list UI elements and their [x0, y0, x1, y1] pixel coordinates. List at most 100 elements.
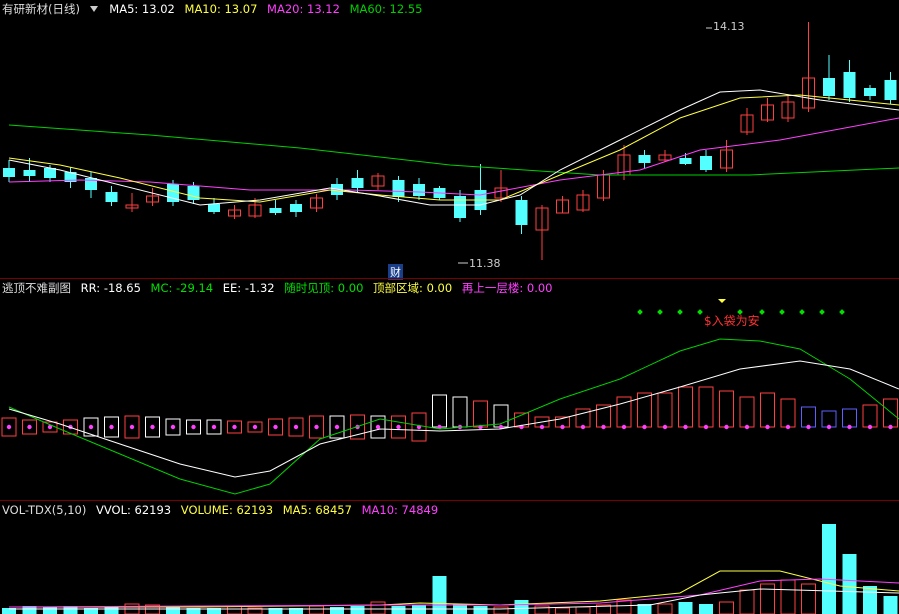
candle-body — [44, 168, 56, 178]
candle-body — [392, 180, 405, 197]
volume-bar — [719, 601, 734, 614]
indicator-bar — [780, 398, 796, 428]
indicator-dot — [867, 424, 873, 430]
indicator-dot — [293, 424, 299, 430]
indicator-chart[interactable] — [0, 279, 899, 500]
volume-bar — [822, 524, 836, 614]
candle-body — [515, 200, 528, 225]
volume-bar — [43, 607, 57, 614]
ma20-readout: MA20: 13.12 — [267, 2, 340, 16]
candle-body — [638, 155, 651, 163]
top-anytime-readout: 随时见顶: 0.00 — [284, 281, 364, 295]
indicator-pane[interactable]: 逃顶不难副图 RR: -18.65 MC: -29.14 EE: -1.32 随… — [0, 279, 899, 500]
indicator-dot — [703, 424, 709, 430]
indicator-bar — [739, 396, 755, 428]
volume-bar — [842, 554, 857, 614]
indicator-dot — [252, 424, 258, 430]
volume-bar — [370, 601, 386, 614]
volume-bar — [883, 596, 898, 614]
mc-readout: MC: -29.14 — [150, 281, 214, 295]
indicator-dot — [150, 424, 155, 430]
indicator-dot — [109, 424, 114, 430]
take-profit-signal: $入袋为安 — [704, 314, 760, 328]
candle-body — [884, 80, 897, 100]
indicator-bar — [862, 404, 878, 428]
volume-pane[interactable]: VOL-TDX(5,10) VVOL: 62193 VOLUME: 62193 … — [0, 501, 899, 614]
candle-body — [23, 170, 36, 176]
high-price-label: 14.13 — [713, 20, 745, 33]
volume-header: VOL-TDX(5,10) VVOL: 62193 VOLUME: 62193 … — [2, 502, 444, 518]
candle-body — [269, 208, 282, 213]
low-price-label: 11.38 — [469, 257, 501, 270]
indicator-dot — [170, 424, 176, 430]
indicator-bar — [452, 396, 468, 428]
candle-body — [290, 204, 302, 212]
volume-bar — [534, 605, 550, 614]
ma5-line — [8, 89, 899, 206]
indicator-dot — [662, 424, 668, 430]
indicator-dot — [539, 424, 545, 430]
volume-bar — [739, 589, 755, 614]
indicator-dot — [191, 424, 196, 430]
signal-marker — [718, 299, 726, 303]
indicator-bar — [719, 390, 734, 428]
volume-bar — [699, 604, 713, 614]
ma60-readout: MA60: 12.55 — [349, 2, 423, 16]
indicator-bar — [657, 392, 673, 428]
indicator-dot — [826, 424, 832, 430]
top-zone-readout: 顶部区域: 0.00 — [373, 281, 453, 295]
candle-body — [864, 88, 876, 96]
indicator-bar — [698, 386, 714, 428]
vol-ma10-line — [8, 578, 899, 608]
ma10-readout: MA10: 13.07 — [184, 2, 258, 16]
indicator-bar — [883, 398, 898, 428]
top-zone-diamond — [839, 309, 845, 315]
ma5-readout: MA5: 13.02 — [109, 2, 175, 16]
vol-ma5-readout: MA5: 68457 — [282, 503, 352, 517]
next-level-readout: 再上一层楼: 0.00 — [461, 281, 553, 295]
volume-bar — [473, 606, 488, 614]
indicator-dot — [888, 424, 893, 430]
indicator-bar — [678, 386, 693, 428]
volume-bar — [493, 606, 509, 614]
candle-body — [679, 158, 692, 164]
candle-body — [823, 78, 835, 96]
indicator-dot — [88, 424, 94, 430]
volume-bar — [227, 605, 242, 614]
volume-bar — [616, 599, 632, 614]
indicator-dot — [211, 424, 217, 430]
volume-bar — [678, 602, 693, 614]
top-zone-diamond — [779, 309, 785, 315]
volume-bar — [801, 583, 816, 614]
volume-bar — [780, 579, 796, 614]
top-zone-diamond — [799, 309, 805, 315]
indicator-dot — [744, 424, 750, 430]
indicator-dot — [129, 424, 135, 430]
volume-bar — [391, 606, 406, 614]
indicator-dot — [232, 424, 237, 430]
candle-body — [105, 192, 118, 202]
volume-bar — [657, 603, 673, 614]
expand-icon[interactable] — [89, 2, 100, 16]
volume-bar — [309, 605, 324, 614]
indicator-dot — [375, 424, 381, 430]
candlestick-chart[interactable] — [0, 0, 899, 278]
candle-body — [208, 204, 220, 212]
volume-bar — [166, 607, 180, 614]
indicator-dot — [847, 424, 852, 430]
candle-body — [700, 156, 712, 170]
price-pane[interactable]: 有研新材(日线) MA5: 13.02 MA10: 13.07 MA20: 13… — [0, 0, 899, 280]
indicator-bar — [821, 410, 837, 428]
volume-readout: VOLUME: 62193 — [180, 503, 274, 517]
top-zone-diamond — [657, 309, 663, 315]
indicator-dot — [683, 424, 688, 430]
price-header: 有研新材(日线) MA5: 13.02 MA10: 13.07 MA20: 13… — [2, 1, 428, 17]
candle-body — [351, 178, 364, 188]
ma10-line — [8, 94, 899, 203]
indicator-dot — [806, 424, 811, 430]
volume-bar — [760, 583, 775, 614]
top-zone-diamond — [637, 309, 643, 315]
mc-line — [8, 338, 899, 495]
top-zone-diamond — [677, 309, 683, 315]
volume-bar — [514, 600, 529, 614]
